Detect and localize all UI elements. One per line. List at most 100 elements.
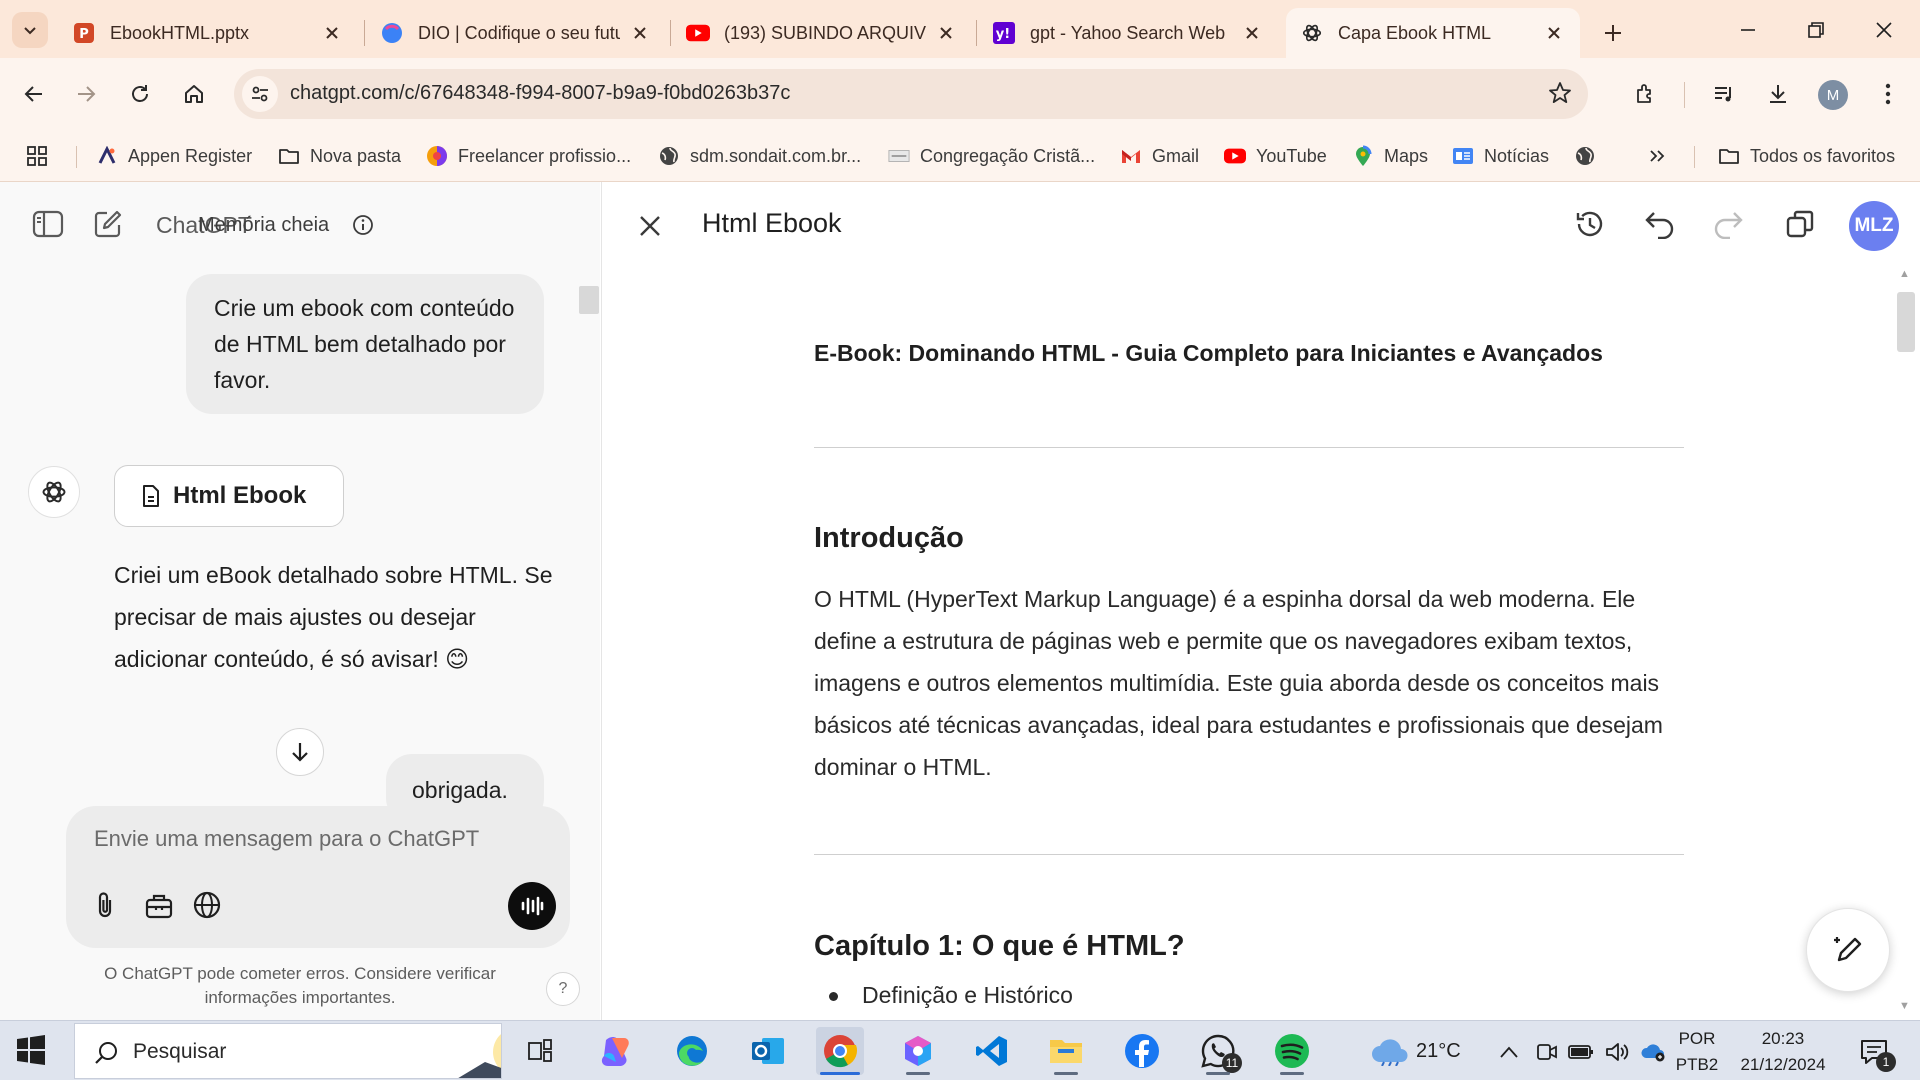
download-icon[interactable]	[1760, 76, 1796, 112]
media-control-icon[interactable]	[1706, 76, 1742, 112]
tools-icon[interactable]	[142, 888, 176, 922]
bookmark-congregacao-crista[interactable]: Congregação Cristã...	[888, 142, 1095, 170]
extensions-icon[interactable]	[1628, 76, 1664, 112]
close-tab-icon[interactable]	[628, 21, 652, 45]
divider	[814, 447, 1684, 448]
weather-cloud-icon[interactable]	[1370, 1039, 1410, 1066]
tab-capa-ebook-html[interactable]: Capa Ebook HTML	[1286, 8, 1580, 58]
close-tab-icon[interactable]	[934, 21, 958, 45]
bookmark-globe[interactable]	[1574, 142, 1606, 170]
m365-icon[interactable]	[894, 1027, 942, 1075]
bookmark-sdm-sondait[interactable]: sdm.sondait.com.br...	[658, 142, 861, 170]
bookmark-maps[interactable]: Maps	[1352, 142, 1428, 170]
close-tab-icon[interactable]	[1542, 21, 1566, 45]
clock[interactable]: 20:23 21/12/2024	[1730, 1026, 1836, 1078]
close-window-button[interactable]	[1854, 10, 1914, 50]
reload-icon	[132, 85, 148, 102]
bookmark-freelancer[interactable]: Freelancer profissio...	[426, 142, 631, 170]
message-composer[interactable]: Envie uma mensagem para o ChatGPT	[66, 806, 570, 948]
close-canvas-button[interactable]	[630, 206, 670, 246]
canvas-document-card[interactable]: Html Ebook	[114, 465, 344, 527]
scroll-to-bottom-button[interactable]	[276, 728, 324, 776]
tab-dio[interactable]: DIO | Codifique o seu futuro	[366, 8, 666, 58]
minimize-button[interactable]	[1718, 10, 1778, 50]
bookmark-nova-pasta[interactable]: Nova pasta	[278, 142, 401, 170]
weather-temp[interactable]: 21°C	[1416, 1038, 1461, 1064]
info-icon[interactable]	[352, 214, 374, 236]
bookmark-youtube[interactable]: YouTube	[1224, 142, 1327, 170]
home-button[interactable]	[174, 74, 214, 114]
apps-grid-icon[interactable]	[26, 142, 48, 170]
site-info-icon[interactable]	[242, 76, 278, 112]
bookmark-gmail[interactable]: Gmail	[1120, 142, 1199, 170]
back-button[interactable]	[14, 74, 54, 114]
tab-ebookhtml-pptx[interactable]: P EbookHTML.pptx	[58, 8, 358, 58]
reload-button[interactable]	[120, 74, 160, 114]
onedrive-sync-icon[interactable]	[1640, 1039, 1666, 1065]
undo-icon[interactable]	[1640, 204, 1680, 244]
scroll-up-arrow[interactable]: ▲	[1899, 268, 1910, 280]
forward-button[interactable]	[66, 74, 106, 114]
new-tab-button[interactable]	[1596, 16, 1630, 50]
whatsapp-icon[interactable]: 11	[1194, 1027, 1242, 1075]
chat-scrollbar-thumb[interactable]	[579, 286, 599, 314]
task-view-icon[interactable]	[516, 1027, 564, 1075]
browser-tab-strip: P EbookHTML.pptx DIO | Codifique o seu f…	[0, 0, 1920, 58]
tab-separator	[364, 20, 365, 46]
edit-suggestions-button[interactable]	[1806, 908, 1890, 992]
kebab-menu-icon[interactable]	[1870, 76, 1906, 112]
version-history-icon[interactable]	[1570, 204, 1610, 244]
composer-input[interactable]: Envie uma mensagem para o ChatGPT	[94, 826, 479, 852]
windows-start-icon[interactable]	[16, 1035, 48, 1067]
bookmark-all-favorites[interactable]: Todos os favoritos	[1718, 142, 1895, 170]
sidebar-toggle-icon[interactable]	[30, 206, 66, 242]
plus-icon	[1605, 25, 1621, 41]
powerpoint-icon: P	[72, 21, 96, 45]
close-tab-icon[interactable]	[320, 21, 344, 45]
meet-now-icon[interactable]	[1534, 1039, 1560, 1065]
address-bar[interactable]: chatgpt.com/c/67648348-f994-8007-b9a9-f0…	[234, 69, 1588, 119]
restore-button[interactable]	[1786, 10, 1846, 50]
spotify-icon[interactable]	[1268, 1027, 1316, 1075]
input-language[interactable]: POR PTB2	[1672, 1026, 1722, 1078]
canvas-scrollbar-thumb[interactable]	[1897, 292, 1915, 352]
chevron-up-icon[interactable]	[1496, 1039, 1522, 1065]
battery-icon[interactable]	[1568, 1039, 1594, 1065]
edge-icon[interactable]	[668, 1027, 716, 1075]
profile-avatar[interactable]: M	[1818, 80, 1848, 110]
chrome-icon[interactable]	[816, 1027, 864, 1075]
voice-mode-button[interactable]	[508, 882, 556, 930]
document-icon	[143, 485, 159, 507]
notification-center-icon[interactable]: 1	[1856, 1034, 1896, 1072]
new-chat-icon[interactable]	[90, 206, 126, 242]
vscode-icon[interactable]	[968, 1027, 1016, 1075]
bookmark-label: Freelancer profissio...	[458, 145, 632, 166]
volume-icon[interactable]	[1604, 1039, 1630, 1065]
bookmark-noticias[interactable]: Notícias	[1452, 142, 1549, 170]
help-button[interactable]: ?	[546, 972, 580, 1006]
scroll-down-arrow[interactable]: ▼	[1899, 1000, 1910, 1012]
appen-icon	[96, 145, 118, 167]
close-icon	[1876, 22, 1892, 38]
bookmark-label: Notícias	[1484, 145, 1550, 166]
user-avatar[interactable]: MLZ	[1849, 201, 1899, 251]
taskbar-search[interactable]: Pesquisar	[74, 1023, 502, 1079]
copilot-icon[interactable]	[592, 1027, 640, 1075]
web-search-icon[interactable]	[190, 888, 224, 922]
close-tab-icon[interactable]	[1240, 21, 1264, 45]
tab-title: Capa Ebook HTML	[1338, 22, 1492, 43]
tab-youtube[interactable]: (193) SUBINDO ARQUIVOS	[672, 8, 972, 58]
attach-icon[interactable]	[88, 888, 122, 922]
file-explorer-icon[interactable]	[1042, 1027, 1090, 1075]
copy-icon[interactable]	[1780, 204, 1820, 244]
tab-yahoo[interactable]: y! gpt - Yahoo Search Web	[978, 8, 1278, 58]
redo-icon[interactable]	[1708, 204, 1748, 244]
bookmark-star-icon[interactable]	[1548, 81, 1572, 105]
intro-paragraph: O HTML (HyperText Markup Language) é a e…	[814, 586, 1663, 780]
outlook-icon[interactable]	[744, 1027, 792, 1075]
more-bookmarks-button[interactable]	[1648, 142, 1666, 170]
facebook-icon[interactable]	[1118, 1027, 1166, 1075]
bookmark-appen-register[interactable]: Appen Register	[96, 142, 252, 170]
intro-heading: Introdução	[814, 522, 964, 554]
tab-search-button[interactable]	[12, 12, 48, 48]
